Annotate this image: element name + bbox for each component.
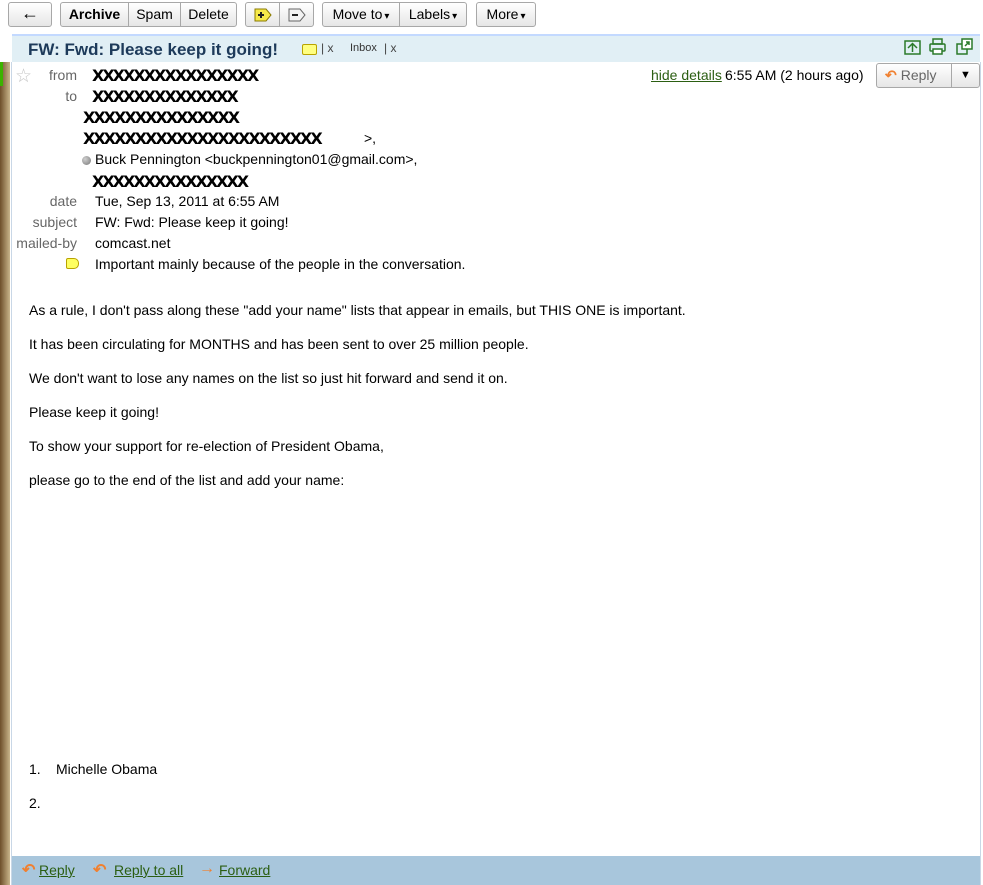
move-to-label: Move to xyxy=(332,6,383,22)
reply-arrow-icon: ↶ xyxy=(22,862,36,879)
archive-button[interactable]: Archive xyxy=(61,3,129,26)
label-tag-icon xyxy=(302,44,317,55)
message-timestamp: 6:55 AM (2 hours ago) xyxy=(725,67,864,83)
moveto-labels-group: Move to ▾ Labels ▾ xyxy=(322,2,467,27)
list-item-number: 2. xyxy=(29,795,41,811)
reply-menu-button[interactable]: ▼ xyxy=(951,63,980,88)
mark-unimportant-button[interactable] xyxy=(280,3,313,26)
reply-arrow-icon: ↶ xyxy=(885,67,897,83)
forward-arrow-icon: → xyxy=(199,860,215,877)
mailed-by-value: comcast.net xyxy=(95,235,171,251)
more-label: More xyxy=(486,6,519,22)
presence-status-icon xyxy=(82,156,91,165)
more-button[interactable]: More ▾ xyxy=(476,2,536,27)
list-item: Michelle Obama xyxy=(56,761,158,777)
chevron-down-icon: ▼ xyxy=(960,69,971,81)
remove-label-button[interactable]: | x xyxy=(321,41,333,55)
delete-button[interactable]: Delete xyxy=(181,3,236,26)
recipient-buck[interactable]: Buck Pennington <buckpennington01@gmail.… xyxy=(95,151,417,167)
importance-group xyxy=(245,2,314,27)
reply-button-label: Reply xyxy=(900,67,937,83)
print-icon[interactable] xyxy=(929,38,946,55)
footer-forward-link[interactable]: Forward xyxy=(219,862,270,878)
message-footer: ↶ Reply ↶ Reply to all → Forward xyxy=(12,856,980,885)
new-window-icon[interactable] xyxy=(904,38,921,55)
redacted-recipient: XXXXXXXXXXXXXXX xyxy=(92,172,249,191)
hide-details-link[interactable]: hide details xyxy=(651,67,722,83)
body-paragraph: It has been circulating for MONTHS and h… xyxy=(29,336,529,352)
redacted-recipient: XXXXXXXXXXXXXX xyxy=(92,87,239,106)
date-value: Tue, Sep 13, 2011 at 6:55 AM xyxy=(95,193,280,209)
reply-button[interactable]: ↶ Reply xyxy=(876,63,952,88)
chevron-down-icon: ▾ xyxy=(452,11,458,22)
body-paragraph: We don't want to lose any names on the l… xyxy=(29,370,508,386)
back-button[interactable]: ← xyxy=(8,2,52,27)
chevron-down-icon: ▾ xyxy=(384,11,390,22)
from-label: from xyxy=(49,67,77,83)
page-title: FW: Fwd: Please keep it going! xyxy=(28,40,278,59)
labels-button[interactable]: Labels ▾ xyxy=(400,3,466,26)
expand-all-icon[interactable] xyxy=(956,38,973,55)
archive-spam-delete-group: Archive Spam Delete xyxy=(60,2,237,27)
body-paragraph: Please keep it going! xyxy=(29,404,159,420)
date-label: date xyxy=(49,193,77,209)
move-to-button[interactable]: Move to ▾ xyxy=(323,3,400,26)
redacted-sender: XXXXXXXXXXXXXXXX xyxy=(92,66,259,85)
subject-label: subject xyxy=(32,214,77,230)
subject-header: FW: Fwd: Please keep it going! | x Inbox… xyxy=(12,34,980,62)
redacted-recipient: XXXXXXXXXXXXXXXXXXXXXXX xyxy=(83,129,323,148)
spam-button[interactable]: Spam xyxy=(129,3,181,26)
remove-label-x: x xyxy=(327,41,334,55)
subject-value: FW: Fwd: Please keep it going! xyxy=(95,214,289,230)
back-arrow-icon: ← xyxy=(21,3,39,23)
mailed-by-label: mailed-by xyxy=(16,235,77,251)
footer-reply-link[interactable]: Reply xyxy=(39,862,75,878)
chevron-down-icon: ▾ xyxy=(520,11,526,22)
background-edge xyxy=(0,62,10,885)
to-label: to xyxy=(65,88,77,104)
list-item-number: 1. xyxy=(29,761,41,777)
toolbar: ← Archive Spam Delete Move to ▾ Labels ▾ M… xyxy=(0,0,983,32)
inbox-label: Inbox xyxy=(350,42,377,54)
body-paragraph: please go to the end of the list and add… xyxy=(29,472,345,488)
redacted-recipient: XXXXXXXXXXXXXXX xyxy=(83,108,240,127)
mark-important-icon xyxy=(254,8,272,22)
reply-all-arrow-icon: ↶ xyxy=(93,862,107,879)
remove-inbox-button[interactable]: | x xyxy=(384,41,396,55)
remove-inbox-x: x xyxy=(390,41,397,55)
importance-reason: Important mainly because of the people i… xyxy=(95,256,466,272)
mark-unimportant-icon xyxy=(288,8,306,22)
unread-indicator xyxy=(0,62,3,86)
body-paragraph: To show your support for re-election of … xyxy=(29,438,384,454)
footer-reply-all-link[interactable]: Reply to all xyxy=(114,862,183,878)
importance-marker-icon xyxy=(66,258,79,269)
labels-label: Labels xyxy=(408,6,451,22)
recipient-suffix: >, xyxy=(364,130,377,146)
mark-important-button[interactable] xyxy=(246,3,280,26)
body-paragraph: As a rule, I don't pass along these "add… xyxy=(29,302,686,318)
